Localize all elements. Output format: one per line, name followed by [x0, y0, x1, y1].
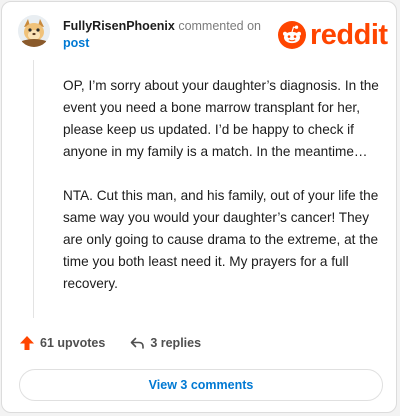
post-link[interactable]: post: [63, 35, 89, 52]
reply-arrow-icon: [131, 337, 145, 349]
replies-count: 3 replies: [150, 336, 202, 350]
comment-card: FullyRisenPhoenix commented on post redd…: [1, 1, 397, 413]
avatar-icon: [18, 15, 50, 47]
comment-paragraph-1: OP, I’m sorry about your daughter’s diag…: [63, 78, 379, 159]
reddit-wordmark: reddit: [310, 19, 388, 51]
comment-paragraph-2: NTA. Cut this man, and his family, out o…: [63, 188, 379, 291]
view-comments-button[interactable]: View 3 comments: [19, 369, 383, 401]
reddit-icon: [278, 21, 306, 49]
author-line: FullyRisenPhoenix commented on: [63, 18, 261, 35]
upvote-arrow-icon: [20, 336, 34, 350]
upvote-button[interactable]: 61 upvotes: [19, 335, 105, 351]
reddit-logo: reddit: [278, 20, 388, 50]
thread-line[interactable]: [33, 60, 34, 318]
replies-button[interactable]: 3 replies: [129, 335, 201, 351]
author-name[interactable]: FullyRisenPhoenix: [63, 19, 175, 33]
commented-on-text: commented on: [174, 19, 262, 33]
comment-footer: 61 upvotes 3 replies: [19, 335, 225, 351]
comment-body: OP, I’m sorry about your daughter’s diag…: [63, 75, 383, 317]
upvote-count: 61 upvotes: [40, 336, 106, 350]
avatar[interactable]: [18, 15, 50, 47]
